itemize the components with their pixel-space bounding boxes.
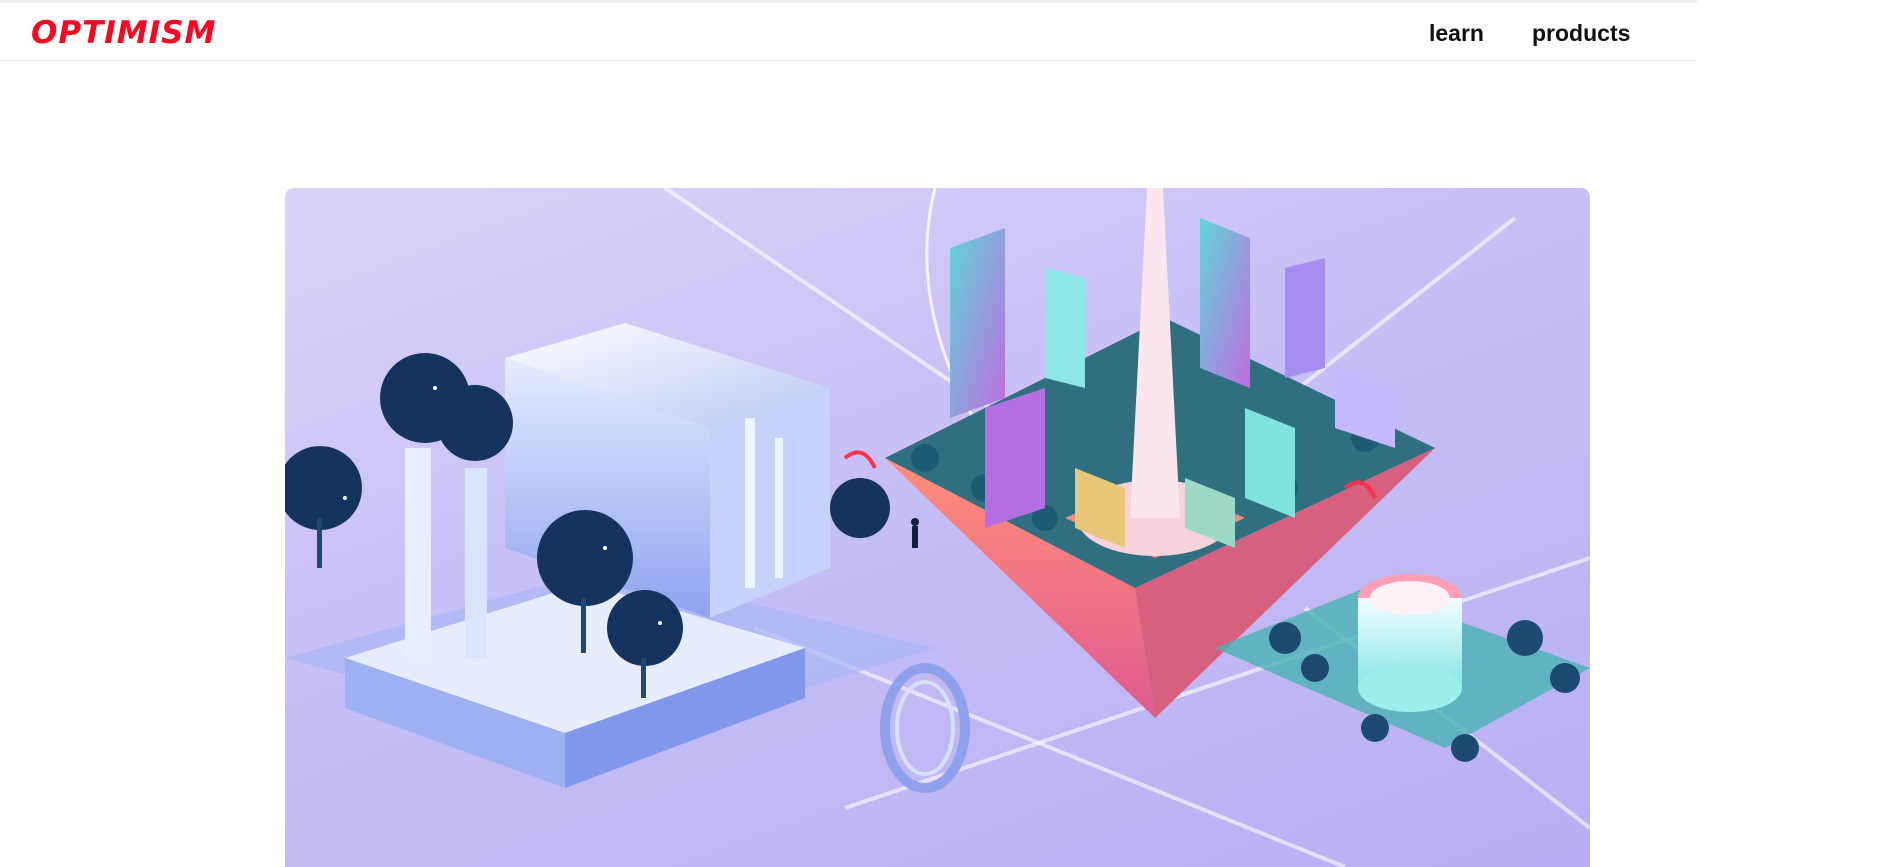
isometric-city-illustration-icon [285,188,1590,867]
optimism-logo[interactable]: OPTIMISM [31,15,216,51]
nav-learn-link[interactable]: learn [1429,19,1484,47]
site-header: OPTIMISM learn products [0,3,1697,61]
nav-products-link[interactable]: products [1532,19,1630,47]
hero-illustration [285,188,1590,867]
